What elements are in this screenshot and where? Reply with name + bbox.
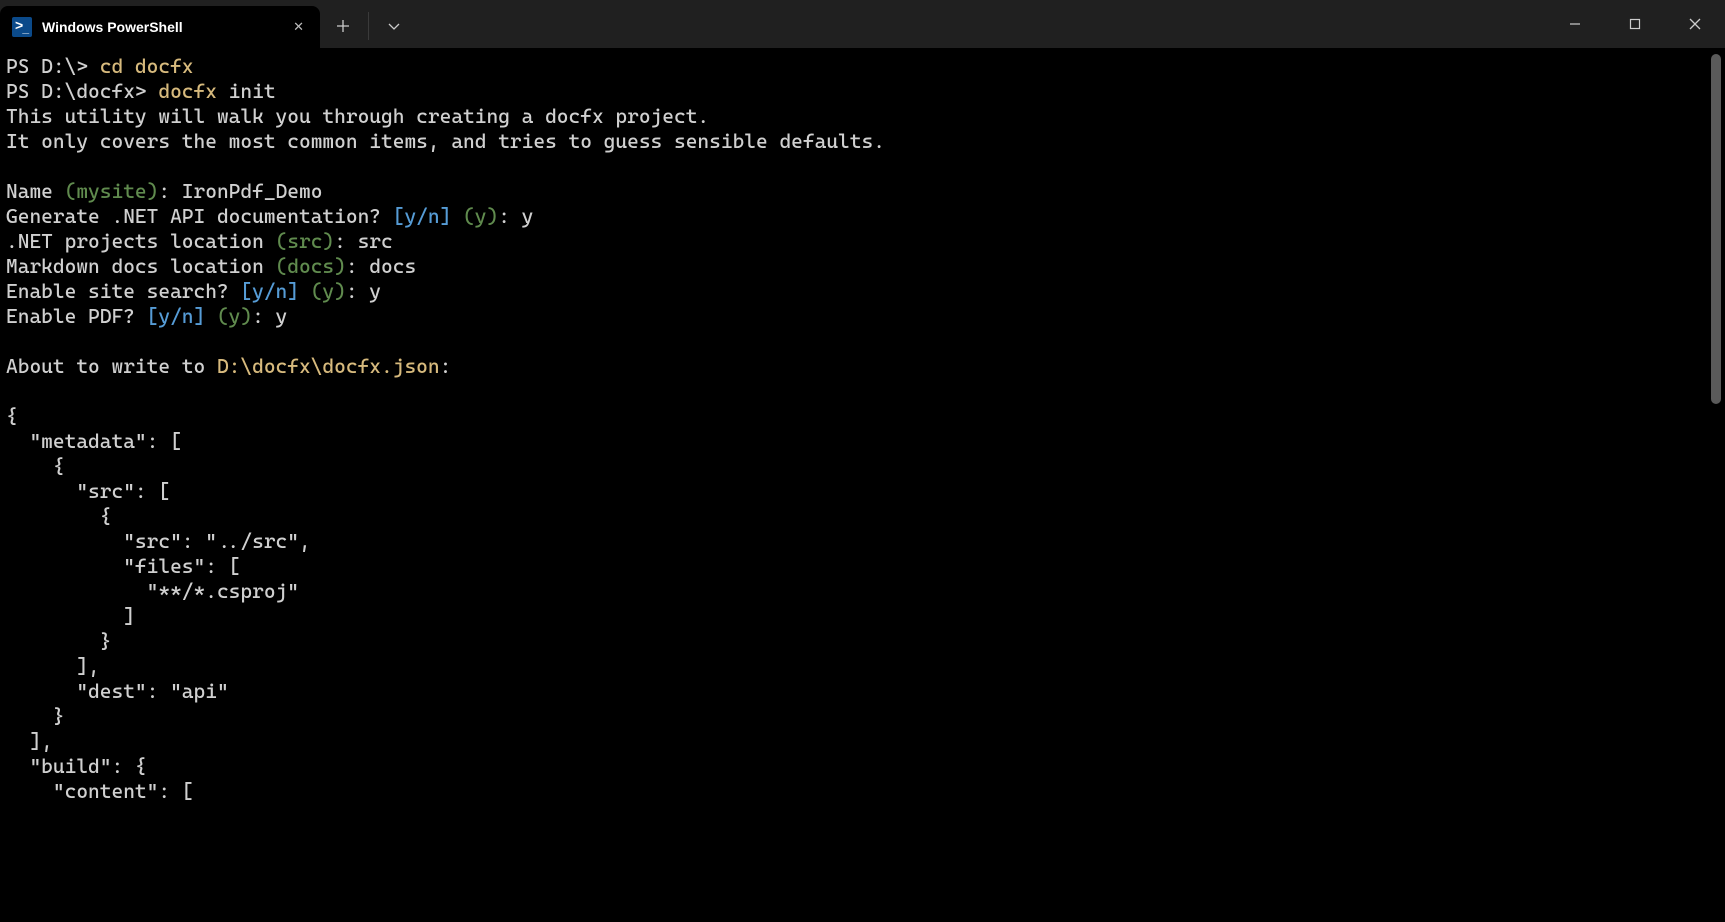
prompt-label: Markdown docs location <box>6 254 276 278</box>
command-arg: init <box>217 79 276 103</box>
json-line: "build": { <box>6 754 147 778</box>
file-path: D:\docfx\docfx.json <box>217 354 440 378</box>
output-line: This utility will walk you through creat… <box>6 104 709 128</box>
maximize-button[interactable] <box>1605 0 1665 48</box>
close-window-button[interactable] <box>1665 0 1725 48</box>
json-line: { <box>6 454 65 478</box>
tab-title: Windows PowerShell <box>42 19 279 35</box>
json-line: "files": [ <box>6 554 240 578</box>
maximize-icon <box>1629 18 1641 30</box>
json-line: { <box>6 404 18 428</box>
powershell-icon <box>12 17 32 37</box>
yn-hint: [y/n] <box>393 204 452 228</box>
window-controls <box>1545 0 1725 48</box>
default-value: (y) <box>217 304 252 328</box>
json-line: ] <box>6 604 135 628</box>
json-line: ], <box>6 729 53 753</box>
space <box>205 304 217 328</box>
json-line: ], <box>6 654 100 678</box>
yn-hint: [y/n] <box>147 304 206 328</box>
prompt-label: Enable PDF? <box>6 304 147 328</box>
json-line: "content": [ <box>6 779 194 803</box>
prompt-label: Generate .NET API documentation? <box>6 204 393 228</box>
prompt-label: Enable site search? <box>6 279 240 303</box>
space <box>299 279 311 303</box>
output-line: It only covers the most common items, an… <box>6 129 885 153</box>
json-line: "dest": "api" <box>6 679 229 703</box>
prompt-label: Name <box>6 179 65 203</box>
user-input: : y <box>498 204 533 228</box>
prompt: PS D:\docfx> <box>6 79 158 103</box>
chevron-down-icon <box>387 19 401 33</box>
json-line: "src": "../src", <box>6 529 311 553</box>
minimize-icon <box>1569 18 1581 30</box>
prompt-label: .NET projects location <box>6 229 276 253</box>
space <box>451 204 463 228</box>
json-line: "metadata": [ <box>6 429 182 453</box>
plus-icon <box>336 19 350 33</box>
prompt: PS D:\> <box>6 54 100 78</box>
new-tab-button[interactable] <box>320 4 366 48</box>
command-text: docfx <box>158 79 217 103</box>
titlebar: Windows PowerShell ✕ <box>0 0 1725 48</box>
terminal-viewport: PS D:\> cd docfx PS D:\docfx> docfx init… <box>0 48 1725 922</box>
json-line: } <box>6 704 65 728</box>
command-text: cd docfx <box>100 54 194 78</box>
user-input: : src <box>334 229 393 253</box>
json-line: { <box>6 504 111 528</box>
default-value: (src) <box>276 229 335 253</box>
default-value: (y) <box>311 279 346 303</box>
user-input: : IronPdf_Demo <box>158 179 322 203</box>
yn-hint: [y/n] <box>240 279 299 303</box>
json-line: } <box>6 629 111 653</box>
titlebar-separator <box>368 12 369 40</box>
user-input: : y <box>346 279 381 303</box>
scrollbar-thumb[interactable] <box>1711 54 1721 404</box>
close-icon <box>1689 18 1701 30</box>
json-line: "src": [ <box>6 479 170 503</box>
close-tab-button[interactable]: ✕ <box>289 15 308 39</box>
user-input: : docs <box>346 254 416 278</box>
default-value: (y) <box>463 204 498 228</box>
minimize-button[interactable] <box>1545 0 1605 48</box>
tab-dropdown-button[interactable] <box>371 4 417 48</box>
terminal-output[interactable]: PS D:\> cd docfx PS D:\docfx> docfx init… <box>0 48 1725 922</box>
default-value: (docs) <box>276 254 346 278</box>
output-line: About to write to <box>6 354 217 378</box>
json-line: "**/*.csproj" <box>6 579 299 603</box>
default-value: (mysite) <box>65 179 159 203</box>
tab-powershell[interactable]: Windows PowerShell ✕ <box>0 6 320 48</box>
user-input: : y <box>252 304 287 328</box>
colon: : <box>440 354 452 378</box>
